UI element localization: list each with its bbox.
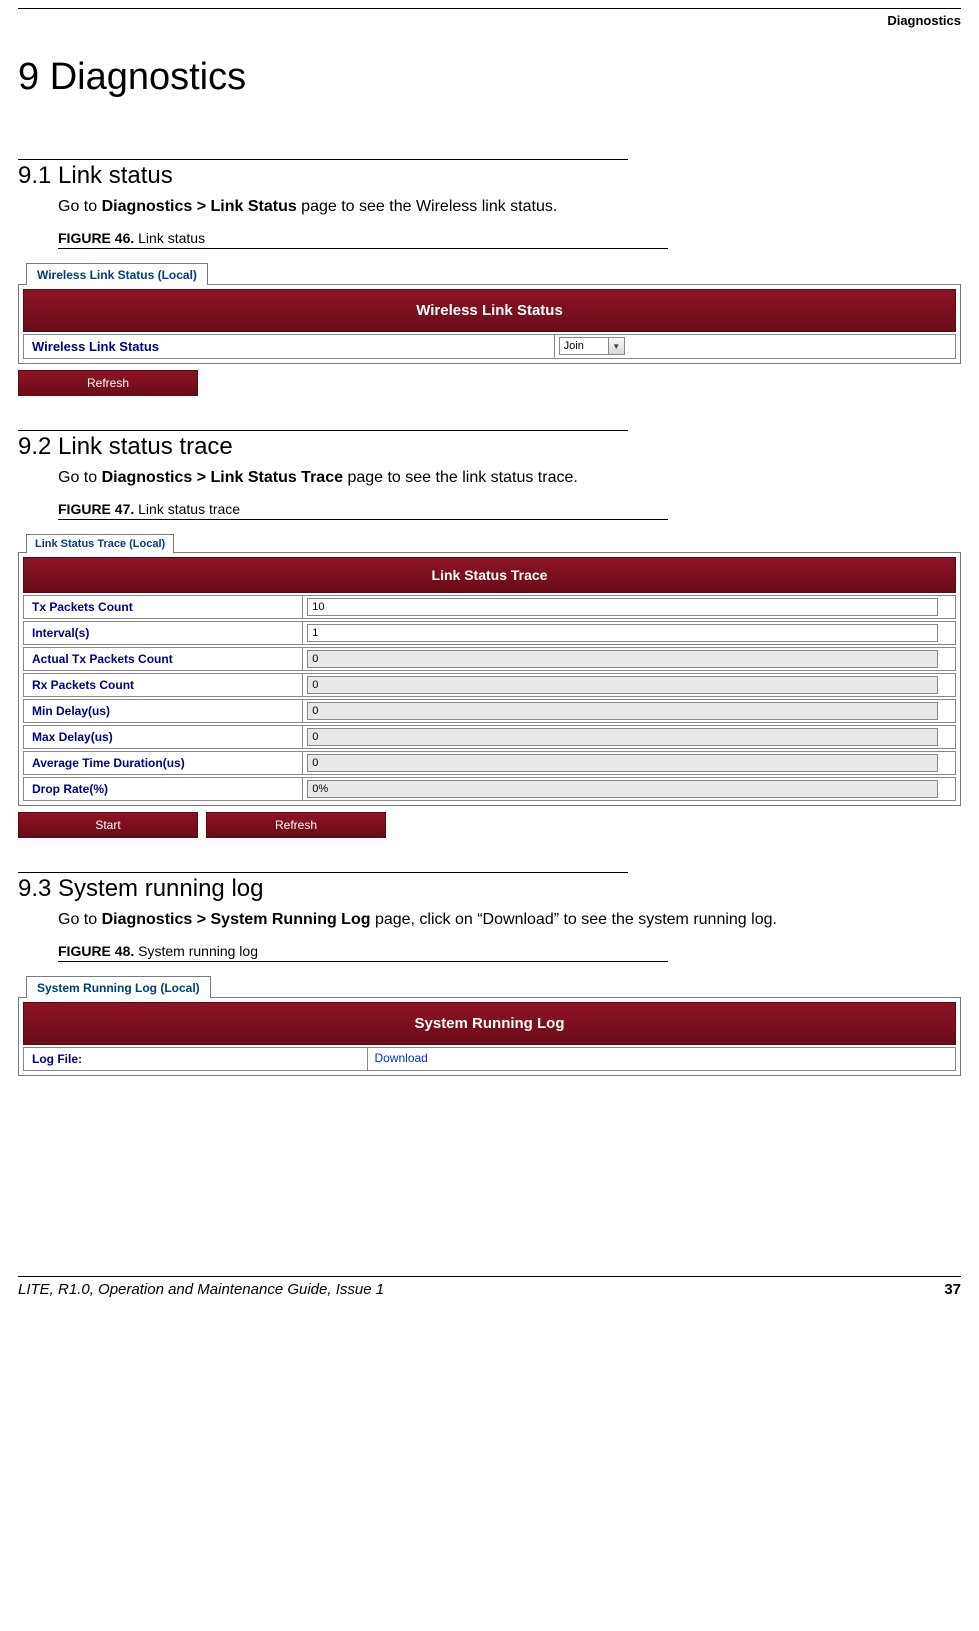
tab-system-running-log[interactable]: System Running Log (Local) xyxy=(26,976,211,998)
row-label: Interval(s) xyxy=(24,622,303,644)
table-row: Tx Packets Count10 xyxy=(23,595,956,619)
table-row: Min Delay(us)0 xyxy=(23,699,956,723)
table-row: Actual Tx Packets Count0 xyxy=(23,647,956,671)
refresh-button[interactable]: Refresh xyxy=(206,812,386,838)
text-input: 0 xyxy=(307,650,938,668)
select-wireless-link-status[interactable]: Join ▼ xyxy=(559,337,625,355)
text-input: 0 xyxy=(307,676,938,694)
figure-47-caption: FIGURE 47. Link status trace xyxy=(58,501,961,517)
row-label: Min Delay(us) xyxy=(24,700,303,722)
text-input: 0 xyxy=(307,702,938,720)
figure-46-caption: FIGURE 46. Link status xyxy=(58,230,961,246)
tab-wireless-link-status[interactable]: Wireless Link Status (Local) xyxy=(26,263,208,285)
row-label: Rx Packets Count xyxy=(24,674,303,696)
tab-link-status-trace[interactable]: Link Status Trace (Local) xyxy=(26,534,174,553)
row-label-log-file: Log File: xyxy=(24,1048,368,1070)
section-9-3-body: Go to Diagnostics > System Running Log p… xyxy=(58,911,961,929)
text-input: 0 xyxy=(307,728,938,746)
row-label: Drop Rate(%) xyxy=(24,778,303,800)
start-button[interactable]: Start xyxy=(18,812,198,838)
row-label: Max Delay(us) xyxy=(24,726,303,748)
panel-title-link-status-trace: Link Status Trace xyxy=(23,557,956,593)
text-input[interactable]: 1 xyxy=(307,624,938,642)
footer-doc-title: LITE, R1.0, Operation and Maintenance Gu… xyxy=(18,1281,384,1298)
header-topic: Diagnostics xyxy=(18,9,961,38)
section-9-2-body: Go to Diagnostics > Link Status Trace pa… xyxy=(58,469,961,487)
text-input: 0% xyxy=(307,780,938,798)
panel-title-wireless-link-status: Wireless Link Status xyxy=(23,289,956,332)
figure-46-screenshot: Wireless Link Status (Local) Wireless Li… xyxy=(18,263,961,396)
row-label: Average Time Duration(us) xyxy=(24,752,303,774)
download-link[interactable]: Download xyxy=(368,1048,955,1070)
text-input: 0 xyxy=(307,754,938,772)
table-row: Average Time Duration(us)0 xyxy=(23,751,956,775)
figure-47-screenshot: Link Status Trace (Local) Link Status Tr… xyxy=(18,534,961,838)
chevron-down-icon: ▼ xyxy=(608,338,624,354)
figure-48-caption: FIGURE 48. System running log xyxy=(58,943,961,959)
page-number: 37 xyxy=(944,1281,961,1298)
table-row: Drop Rate(%)0% xyxy=(23,777,956,801)
table-row: Max Delay(us)0 xyxy=(23,725,956,749)
section-9-2-heading: 9.2 Link status trace xyxy=(18,433,961,461)
chapter-title: 9 Diagnostics xyxy=(18,56,961,99)
refresh-button[interactable]: Refresh xyxy=(18,370,198,396)
figure-48-screenshot: System Running Log (Local) System Runnin… xyxy=(18,976,961,1076)
row-label: Actual Tx Packets Count xyxy=(24,648,303,670)
panel-title-system-running-log: System Running Log xyxy=(23,1002,956,1045)
row-label-wireless-link-status: Wireless Link Status xyxy=(24,335,555,358)
table-row: Interval(s)1 xyxy=(23,621,956,645)
table-row: Rx Packets Count0 xyxy=(23,673,956,697)
section-9-3-heading: 9.3 System running log xyxy=(18,875,961,903)
section-9-1-body: Go to Diagnostics > Link Status page to … xyxy=(58,198,961,216)
row-label: Tx Packets Count xyxy=(24,596,303,618)
section-9-1-heading: 9.1 Link status xyxy=(18,162,961,190)
text-input[interactable]: 10 xyxy=(307,598,938,616)
